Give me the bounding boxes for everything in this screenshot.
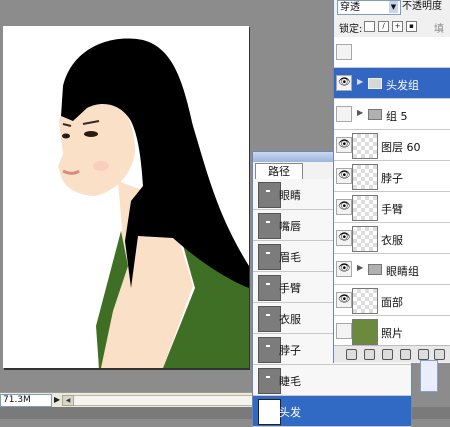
opacity-label: 不透明度 [402,1,442,12]
layer-name: 脖子 [381,172,403,185]
folder-icon [368,109,382,120]
illustration [58,38,249,368]
layer-name: 头发组 [386,79,419,92]
path-label: 睫毛 [279,375,301,388]
horizontal-scrollbar[interactable] [62,395,259,406]
expand-triangle-icon[interactable]: ▶ [357,108,363,117]
path-label: 头发 [279,406,301,419]
path-label: 脖子 [279,344,301,357]
lock-row: 锁定: / + ▪ 填充 [334,18,450,50]
visibility-toggle[interactable] [336,323,352,339]
scroll-left-icon[interactable]: ◀ [62,395,74,406]
visibility-toggle[interactable] [336,44,352,60]
layer-thumbnail [352,164,378,190]
layer-row[interactable] [334,37,450,68]
layers-panel: 穿透 ▼ 不透明度 锁定: / + ▪ 填充 👁▶头发组▶组 5👁图层 60👁脖… [333,0,450,363]
lock-position-icon[interactable]: + [392,21,403,32]
path-label: 手臂 [279,282,301,295]
path-thumbnail [258,399,281,425]
layers-scrollbar[interactable] [420,360,438,392]
layer-name: 眼睛组 [386,265,419,278]
expand-triangle-icon[interactable]: ▶ [357,77,363,86]
eye-icon[interactable]: 👁 [338,171,351,181]
layer-row[interactable]: 👁 图层 60 [334,130,450,161]
layer-row[interactable]: 👁 脖子 [334,161,450,192]
layer-style-icon[interactable] [364,349,375,360]
lock-all-icon[interactable]: ▪ [406,21,417,32]
layer-thumbnail [352,319,378,345]
layer-name: 衣服 [381,234,403,247]
path-label: 眼睛 [279,189,301,202]
path-thumbnail [258,306,281,332]
layer-name: 组 5 [386,110,408,123]
status-menu-arrow-icon[interactable]: ▶ [54,395,60,404]
lock-transparency-icon[interactable] [364,21,375,32]
path-thumbnail [258,244,281,270]
layer-row[interactable]: 👁 面部 [334,285,450,316]
layer-name: 照片 [381,327,403,340]
folder-icon [368,78,382,89]
eye-icon[interactable]: 👁 [338,264,351,274]
path-thumbnail [258,368,281,394]
visibility-toggle[interactable] [336,106,352,122]
layer-thumbnail [352,195,378,221]
path-item[interactable]: 睫毛 [253,365,411,396]
layer-group-row[interactable]: 👁 ▶ 头发组 [334,68,450,99]
layer-mask-icon[interactable] [382,349,393,360]
eye-icon[interactable]: 👁 [338,295,351,305]
chevron-down-icon[interactable]: ▼ [389,1,398,13]
path-thumbnail [258,337,281,363]
layer-thumbnail [352,288,378,314]
layer-name: 面部 [381,296,403,309]
layer-thumbnail [352,226,378,252]
layer-thumbnail [352,133,378,159]
layer-list: 👁▶头发组▶组 5👁图层 60👁脖子👁手臂👁衣服👁▶眼睛组👁面部照片目标图片 [334,37,450,345]
eye-icon[interactable]: 👁 [338,140,351,150]
layer-row[interactable]: 👁 衣服 [334,223,450,254]
path-label: 眉毛 [279,251,301,264]
layer-name: 图层 60 [381,141,421,154]
eye-icon[interactable]: 👁 [338,202,351,212]
adjustment-layer-icon[interactable] [400,349,411,360]
path-thumbnail [258,275,281,301]
path-label: 衣服 [279,313,301,326]
status-bar: 71.3M ▶ ◀ [0,392,260,407]
path-item[interactable]: 头发 [253,396,411,427]
path-thumbnail [258,182,281,208]
folder-icon [368,264,382,275]
path-label: 嘴唇 [279,220,301,233]
eye-icon[interactable]: 👁 [338,78,351,88]
layer-name: 手臂 [381,203,403,216]
expand-triangle-icon[interactable]: ▶ [357,263,363,272]
lock-image-icon[interactable]: / [378,21,389,32]
layer-group-row[interactable]: 👁 ▶ 眼睛组 [334,254,450,285]
path-thumbnail [258,213,281,239]
link-layers-icon[interactable] [346,349,357,360]
layer-group-row[interactable]: ▶ 组 5 [334,99,450,130]
eye-icon[interactable]: 👁 [338,233,351,243]
zoom-field[interactable]: 71.3M [0,394,52,407]
new-layer-icon[interactable] [434,349,445,360]
layer-row[interactable]: 照片 [334,316,450,345]
layer-row[interactable]: 👁 手臂 [334,192,450,223]
tab-paths[interactable]: 路径 [255,163,303,180]
new-group-icon[interactable] [418,349,429,360]
document-canvas[interactable] [3,26,249,368]
lock-label: 锁定: [339,24,363,35]
